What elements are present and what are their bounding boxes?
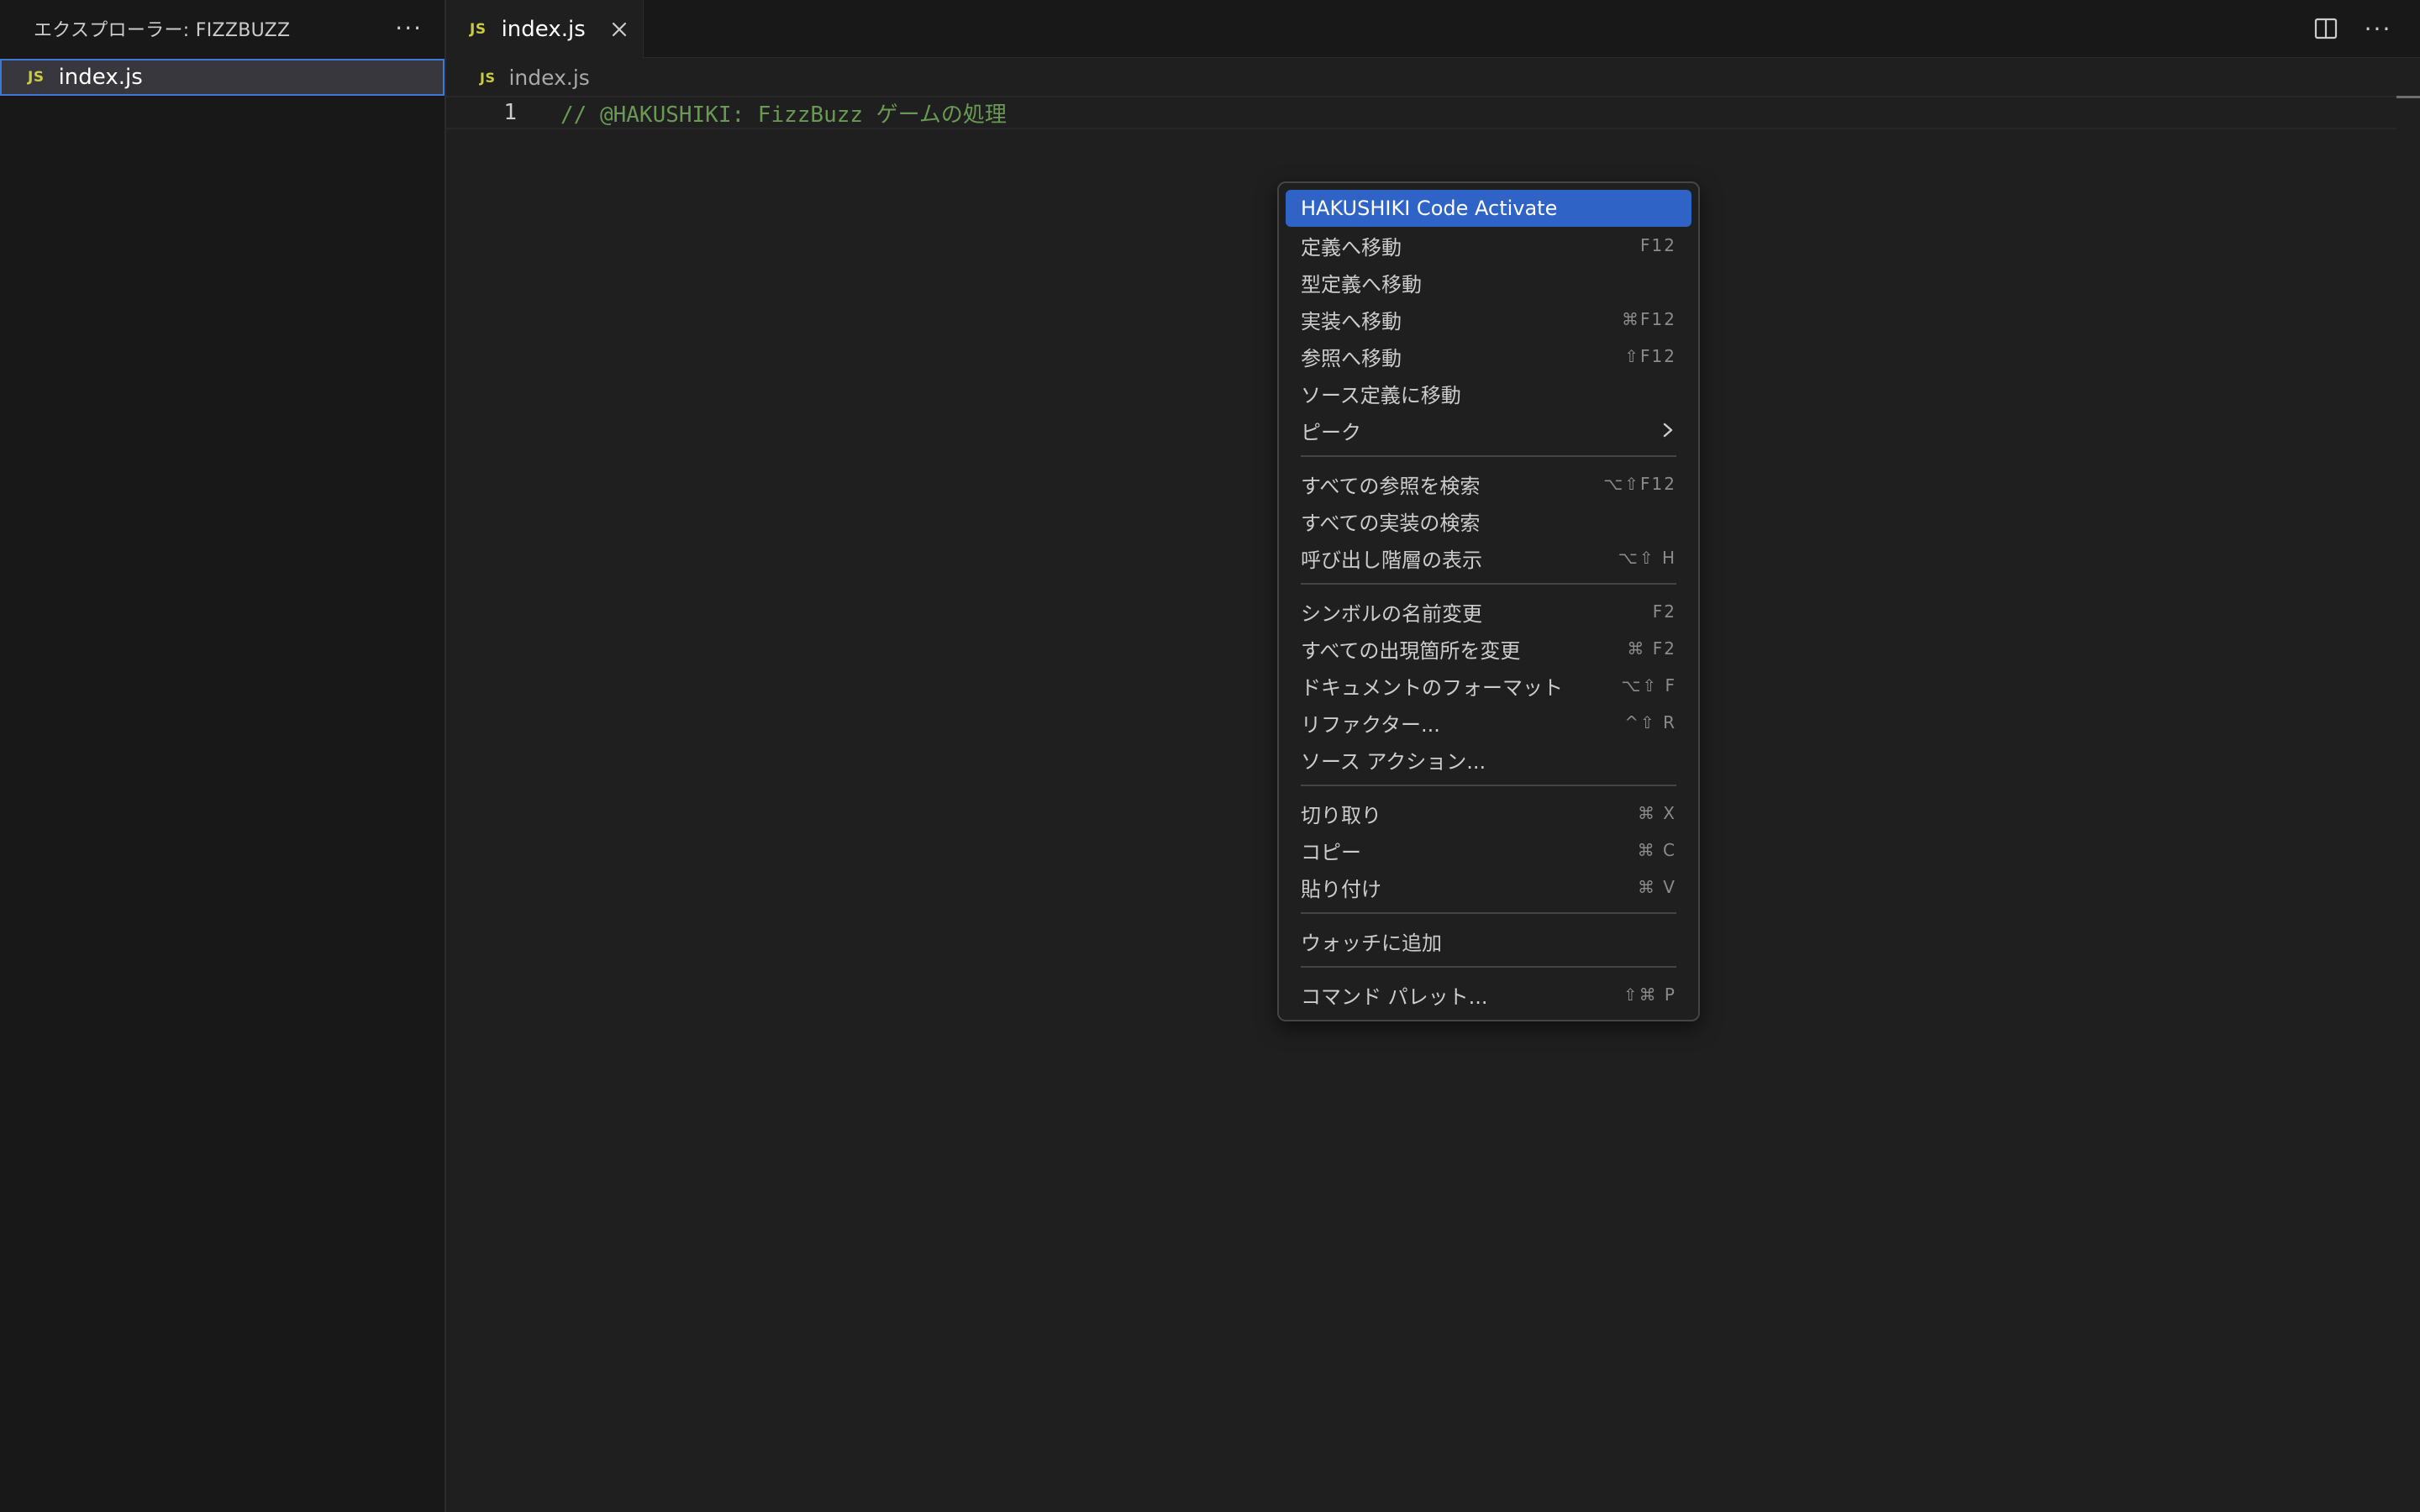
menu-separator <box>1301 966 1676 968</box>
javascript-file-icon: JS <box>470 20 487 38</box>
scrollbar-marker <box>2396 96 2420 98</box>
menu-item-4-0[interactable]: ウォッチに追加 <box>1286 922 1691 959</box>
code-line[interactable]: 1 // @HAKUSHIKI: FizzBuzz ゲームの処理 <box>446 96 2396 129</box>
menu-item-1-1[interactable]: すべての実装の検索 <box>1286 502 1691 539</box>
menu-item-3-1[interactable]: コピー ⌘ C <box>1286 832 1691 869</box>
menu-item-shortcut: ⇧F12 <box>1624 346 1676 366</box>
menu-item-shortcut: F12 <box>1640 235 1676 255</box>
tab-index-js[interactable]: JS index.js <box>446 0 644 58</box>
menu-item-shortcut: ⌘ V <box>1637 877 1676 897</box>
menu-item-0-5[interactable]: ソース定義に移動 <box>1286 375 1691 412</box>
menu-item-0-2[interactable]: 型定義へ移動 <box>1286 264 1691 301</box>
menu-item-label: すべての参照を検索 <box>1301 474 1481 498</box>
explorer-header: エクスプローラー: FIZZBUZZ ··· <box>0 0 445 57</box>
menu-separator <box>1301 455 1676 457</box>
menu-item-shortcut: ⌥⇧F12 <box>1603 474 1676 494</box>
menu-item-shortcut: ⌘ X <box>1637 803 1676 823</box>
explorer-sidebar: エクスプローラー: FIZZBUZZ ··· JS index.js <box>0 0 446 1512</box>
tab-label: index.js <box>501 16 586 42</box>
split-editor-icon[interactable] <box>2309 12 2343 45</box>
menu-separator <box>1301 785 1676 786</box>
editor-tab-bar: JS index.js ··· <box>446 0 2420 58</box>
menu-item-1-0[interactable]: すべての参照を検索 ⌥⇧F12 <box>1286 465 1691 502</box>
menu-item-2-0[interactable]: シンボルの名前変更 F2 <box>1286 593 1691 630</box>
menu-item-3-2[interactable]: 貼り付け ⌘ V <box>1286 869 1691 906</box>
breadcrumb: JS index.js <box>446 59 590 96</box>
menu-item-shortcut: ⌥⇧ F <box>1621 675 1676 696</box>
menu-item-shortcut: ⌘F12 <box>1622 309 1676 329</box>
close-icon[interactable] <box>602 13 636 46</box>
menu-item-0-1[interactable]: 定義へ移動 F12 <box>1286 227 1691 264</box>
menu-item-label: ピーク <box>1301 420 1361 444</box>
vscode-window: エクスプローラー: FIZZBUZZ ··· JS index.js JS in… <box>0 0 2420 1512</box>
menu-item-label: コマンド パレット... <box>1301 984 1488 1009</box>
context-menu: HAKUSHIKI Code Activate 定義へ移動 F12 型定義へ移動 実装へ… <box>1277 181 1700 1021</box>
menu-item-label: HAKUSHIKI Code Activate <box>1301 197 1558 220</box>
file-item-index-js[interactable]: JS index.js <box>0 59 445 96</box>
menu-item-2-2[interactable]: ドキュメントのフォーマット ⌥⇧ F <box>1286 667 1691 704</box>
menu-item-shortcut: ⌘ C <box>1637 840 1676 860</box>
menu-item-shortcut: ⌥⇧ H <box>1618 548 1676 568</box>
file-item-label: index.js <box>58 65 143 90</box>
menu-item-label: ソース アクション... <box>1301 749 1486 774</box>
menu-item-shortcut: ^⇧ R <box>1624 712 1676 732</box>
javascript-file-icon: JS <box>28 69 45 86</box>
menu-item-label: 定義へ移動 <box>1301 235 1402 260</box>
line-number: 1 <box>503 100 517 125</box>
menu-item-0-0[interactable]: HAKUSHIKI Code Activate <box>1286 190 1691 227</box>
more-actions-icon[interactable]: ··· <box>395 17 423 40</box>
menu-item-shortcut: ⇧⌘ P <box>1623 984 1676 1005</box>
menu-item-label: コピー <box>1301 840 1361 864</box>
menu-item-label: 型定義へ移動 <box>1301 272 1422 297</box>
menu-item-shortcut: F2 <box>1652 601 1676 622</box>
menu-item-label: ソース定義に移動 <box>1301 383 1461 407</box>
menu-item-label: リファクター... <box>1301 712 1440 737</box>
menu-item-2-3[interactable]: リファクター... ^⇧ R <box>1286 704 1691 741</box>
menu-item-0-6[interactable]: ピーク <box>1286 412 1691 449</box>
menu-item-0-4[interactable]: 参照へ移動 ⇧F12 <box>1286 338 1691 375</box>
menu-item-3-0[interactable]: 切り取り ⌘ X <box>1286 795 1691 832</box>
menu-item-0-3[interactable]: 実装へ移動 ⌘F12 <box>1286 301 1691 338</box>
menu-item-label: 参照へ移動 <box>1301 346 1402 370</box>
menu-item-5-0[interactable]: コマンド パレット... ⇧⌘ P <box>1286 976 1691 1013</box>
menu-separator <box>1301 912 1676 914</box>
javascript-file-icon: JS <box>480 69 496 86</box>
menu-item-2-4[interactable]: ソース アクション... <box>1286 741 1691 778</box>
code-comment: // @HAKUSHIKI: FizzBuzz ゲームの処理 <box>560 102 1007 128</box>
menu-item-label: 呼び出し階層の表示 <box>1301 548 1482 572</box>
more-actions-icon[interactable]: ··· <box>2361 12 2395 45</box>
menu-item-label: シンボルの名前変更 <box>1301 601 1482 626</box>
menu-item-label: ドキュメントのフォーマット <box>1301 675 1563 700</box>
breadcrumb-file[interactable]: index.js <box>508 66 589 90</box>
editor-actions: ··· <box>2309 12 2395 45</box>
menu-item-label: 切り取り <box>1301 803 1381 827</box>
menu-item-1-2[interactable]: 呼び出し階層の表示 ⌥⇧ H <box>1286 539 1691 576</box>
menu-separator <box>1301 583 1676 585</box>
menu-item-label: すべての出現箇所を変更 <box>1301 638 1521 663</box>
menu-item-shortcut: ⌘ F2 <box>1627 638 1676 659</box>
explorer-title: エクスプローラー: FIZZBUZZ <box>34 20 291 41</box>
chevron-right-icon <box>1660 422 1676 438</box>
menu-item-label: 実装へ移動 <box>1301 309 1402 333</box>
menu-item-label: ウォッチに追加 <box>1301 931 1442 955</box>
menu-item-label: 貼り付け <box>1301 877 1381 901</box>
menu-item-2-1[interactable]: すべての出現箇所を変更 ⌘ F2 <box>1286 630 1691 667</box>
menu-item-label: すべての実装の検索 <box>1301 511 1481 535</box>
